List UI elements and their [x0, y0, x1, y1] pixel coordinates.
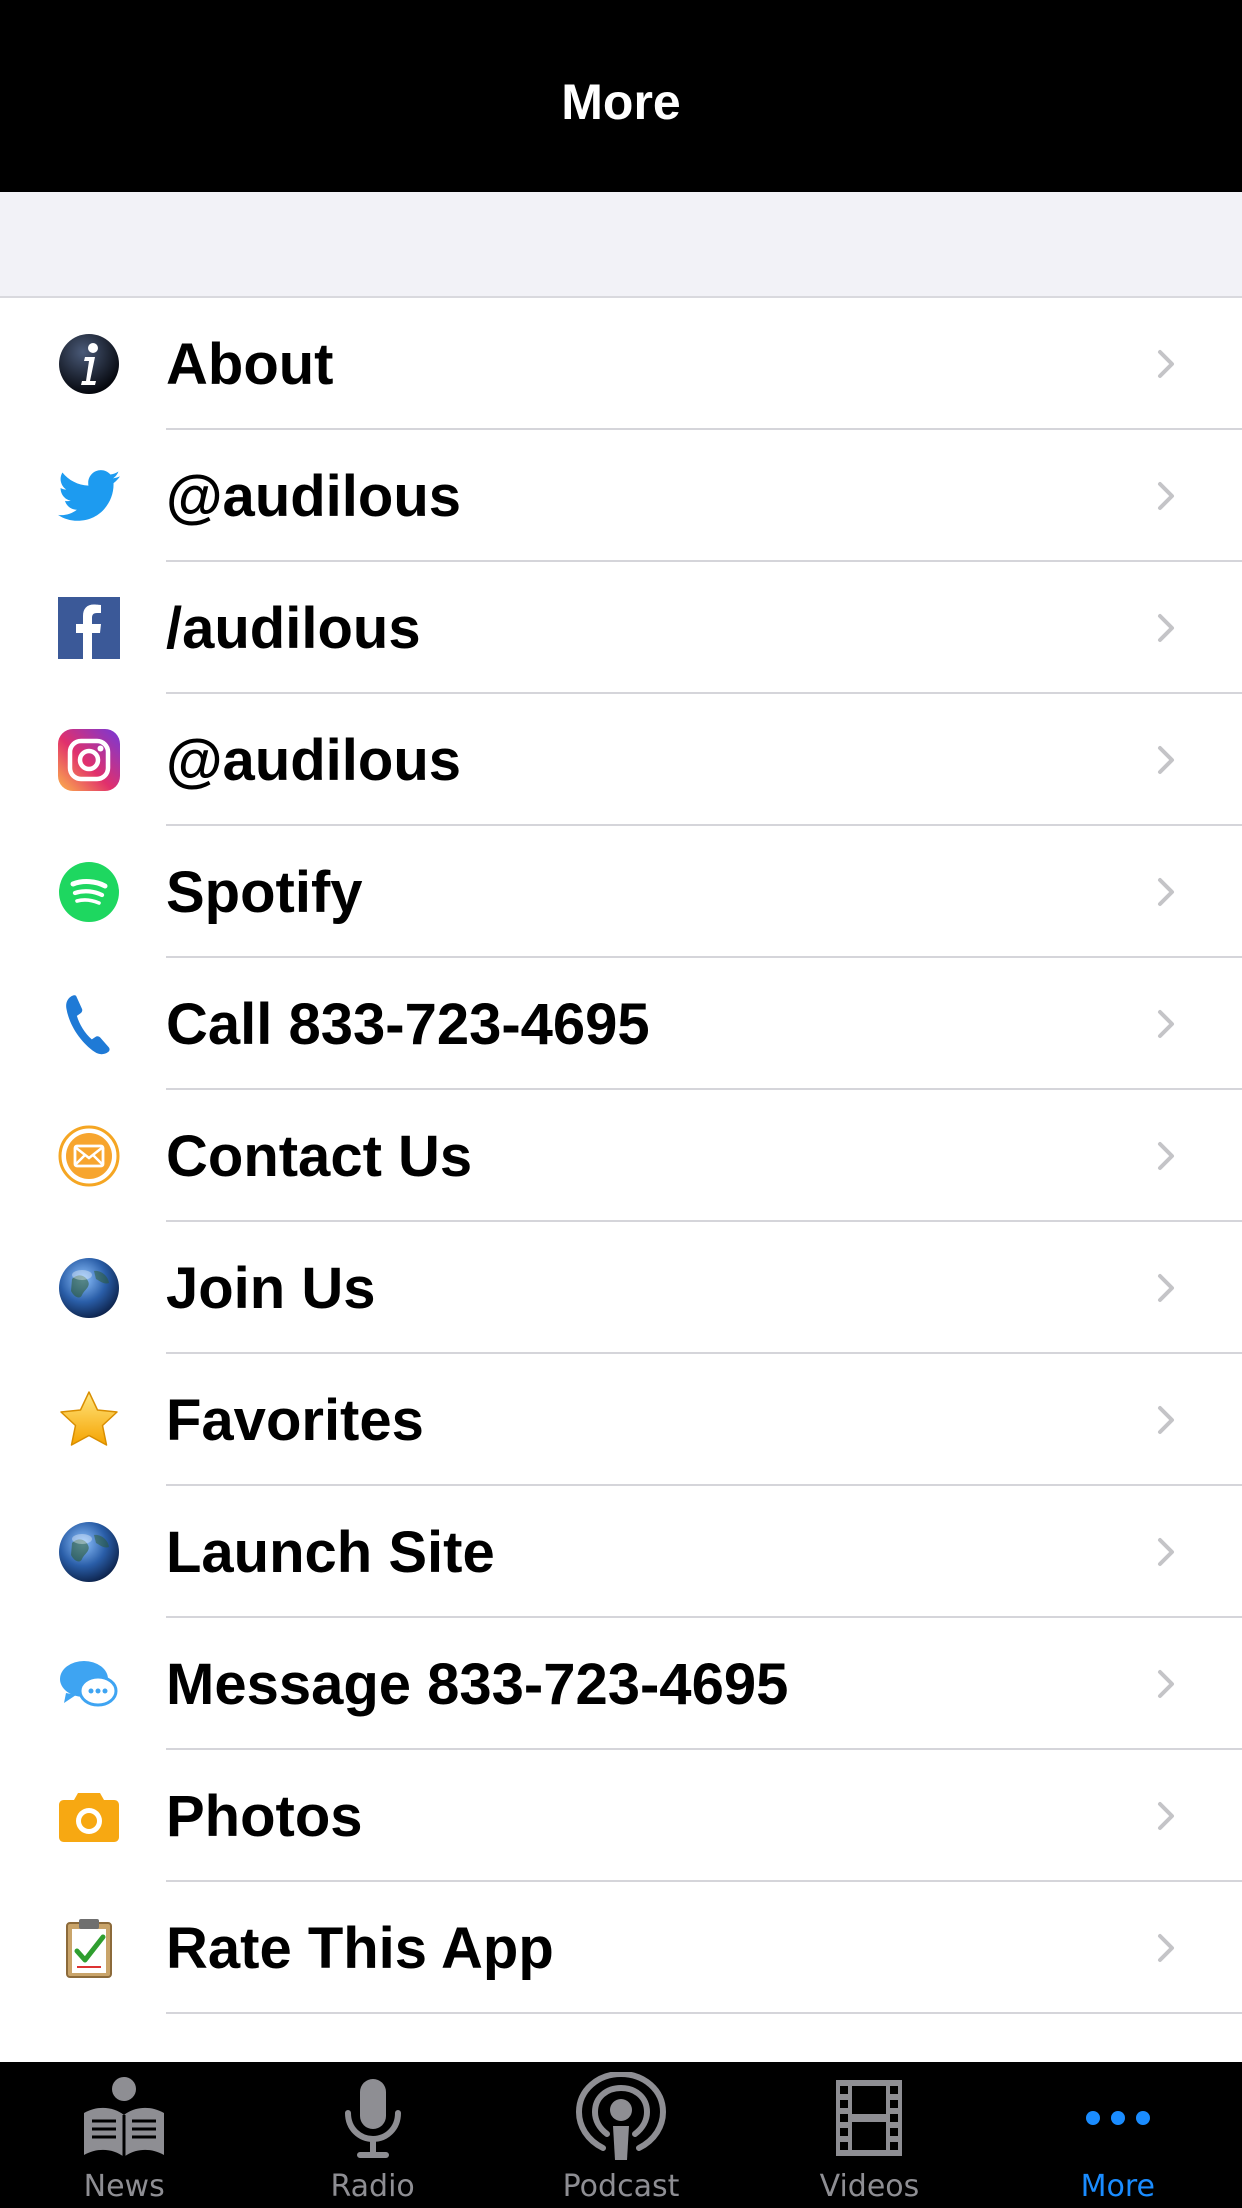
- tab-label: Videos: [819, 2169, 920, 2204]
- globe-icon: [58, 1257, 120, 1319]
- chevron-right-icon: [1158, 1670, 1174, 1698]
- film-icon: [821, 2074, 917, 2162]
- tab-podcast[interactable]: Podcast: [497, 2062, 745, 2208]
- list-item-spotify[interactable]: Spotify: [0, 826, 1242, 958]
- chevron-right-icon: [1158, 1142, 1174, 1170]
- chevron-right-icon: [1158, 1010, 1174, 1038]
- list-item-label: /audilous: [166, 595, 421, 661]
- chevron-right-icon: [1158, 1538, 1174, 1566]
- list-item-label: @audilous: [166, 463, 462, 529]
- list-item-facebook[interactable]: /audilous: [0, 562, 1242, 694]
- navigation-bar: More: [0, 0, 1242, 192]
- instagram-icon: [58, 729, 120, 791]
- camera-icon: [58, 1785, 120, 1847]
- list-item-label: Launch Site: [166, 1519, 495, 1585]
- phone-icon: [58, 993, 120, 1055]
- message-icon: [58, 1653, 120, 1715]
- tab-bar: News Radio Podcast Videos More: [0, 2062, 1242, 2208]
- list-item-message[interactable]: Message 833-723-4695: [0, 1618, 1242, 1750]
- tab-videos[interactable]: Videos: [745, 2062, 993, 2208]
- clipboard-icon: [58, 1917, 120, 1979]
- podcast-icon: [573, 2072, 669, 2162]
- chevron-right-icon: [1158, 614, 1174, 642]
- list-item-label: About: [166, 331, 334, 397]
- tab-news[interactable]: News: [0, 2062, 248, 2208]
- twitter-icon: [58, 465, 120, 527]
- list-item-label: Join Us: [166, 1255, 376, 1321]
- more-dots-icon: [1070, 2074, 1166, 2162]
- facebook-icon: [58, 597, 120, 659]
- list-item-label: Contact Us: [166, 1123, 473, 1189]
- row-separator: [166, 2012, 1242, 2014]
- chevron-right-icon: [1158, 1406, 1174, 1434]
- star-icon: [58, 1389, 120, 1451]
- group-header-spacer: [0, 192, 1242, 298]
- tab-radio[interactable]: Radio: [248, 2062, 496, 2208]
- tab-label: Podcast: [562, 2169, 680, 2204]
- list-item-contact-us[interactable]: Contact Us: [0, 1090, 1242, 1222]
- tab-label: Radio: [330, 2169, 415, 2204]
- list-item-photos[interactable]: Photos: [0, 1750, 1242, 1882]
- chevron-right-icon: [1158, 1802, 1174, 1830]
- list-item-label: Call 833-723-4695: [166, 991, 650, 1057]
- list-item-favorites[interactable]: Favorites: [0, 1354, 1242, 1486]
- list-item-label: Spotify: [166, 859, 363, 925]
- chevron-right-icon: [1158, 350, 1174, 378]
- list-item-join-us[interactable]: Join Us: [0, 1222, 1242, 1354]
- chevron-right-icon: [1158, 878, 1174, 906]
- tab-label: More: [1080, 2169, 1156, 2204]
- chevron-right-icon: [1158, 746, 1174, 774]
- list-item-label: Rate This App: [166, 1915, 554, 1981]
- screen: More About @audilous /audilous @audilous…: [0, 0, 1242, 2208]
- mail-icon: [58, 1125, 120, 1187]
- more-list: About @audilous /audilous @audilous Spot…: [0, 298, 1242, 2062]
- list-item-twitter[interactable]: @audilous: [0, 430, 1242, 562]
- list-item-about[interactable]: About: [0, 298, 1242, 430]
- globe-icon: [58, 1521, 120, 1583]
- microphone-icon: [325, 2074, 421, 2162]
- list-item-label: @audilous: [166, 727, 462, 793]
- chevron-right-icon: [1158, 1274, 1174, 1302]
- page-title: More: [561, 74, 681, 130]
- spotify-icon: [58, 861, 120, 923]
- list-item-label: Photos: [166, 1783, 363, 1849]
- chevron-right-icon: [1158, 482, 1174, 510]
- info-icon: [58, 333, 120, 395]
- newspaper-icon: [76, 2074, 172, 2162]
- tab-more[interactable]: More: [994, 2062, 1242, 2208]
- list-item-label: Favorites: [166, 1387, 424, 1453]
- list-item-label: Message 833-723-4695: [166, 1651, 789, 1717]
- list-item-instagram[interactable]: @audilous: [0, 694, 1242, 826]
- chevron-right-icon: [1158, 1934, 1174, 1962]
- tab-label: News: [83, 2169, 165, 2204]
- list-item-rate-this-app[interactable]: Rate This App: [0, 1882, 1242, 2014]
- list-item-call[interactable]: Call 833-723-4695: [0, 958, 1242, 1090]
- list-item-launch-site[interactable]: Launch Site: [0, 1486, 1242, 1618]
